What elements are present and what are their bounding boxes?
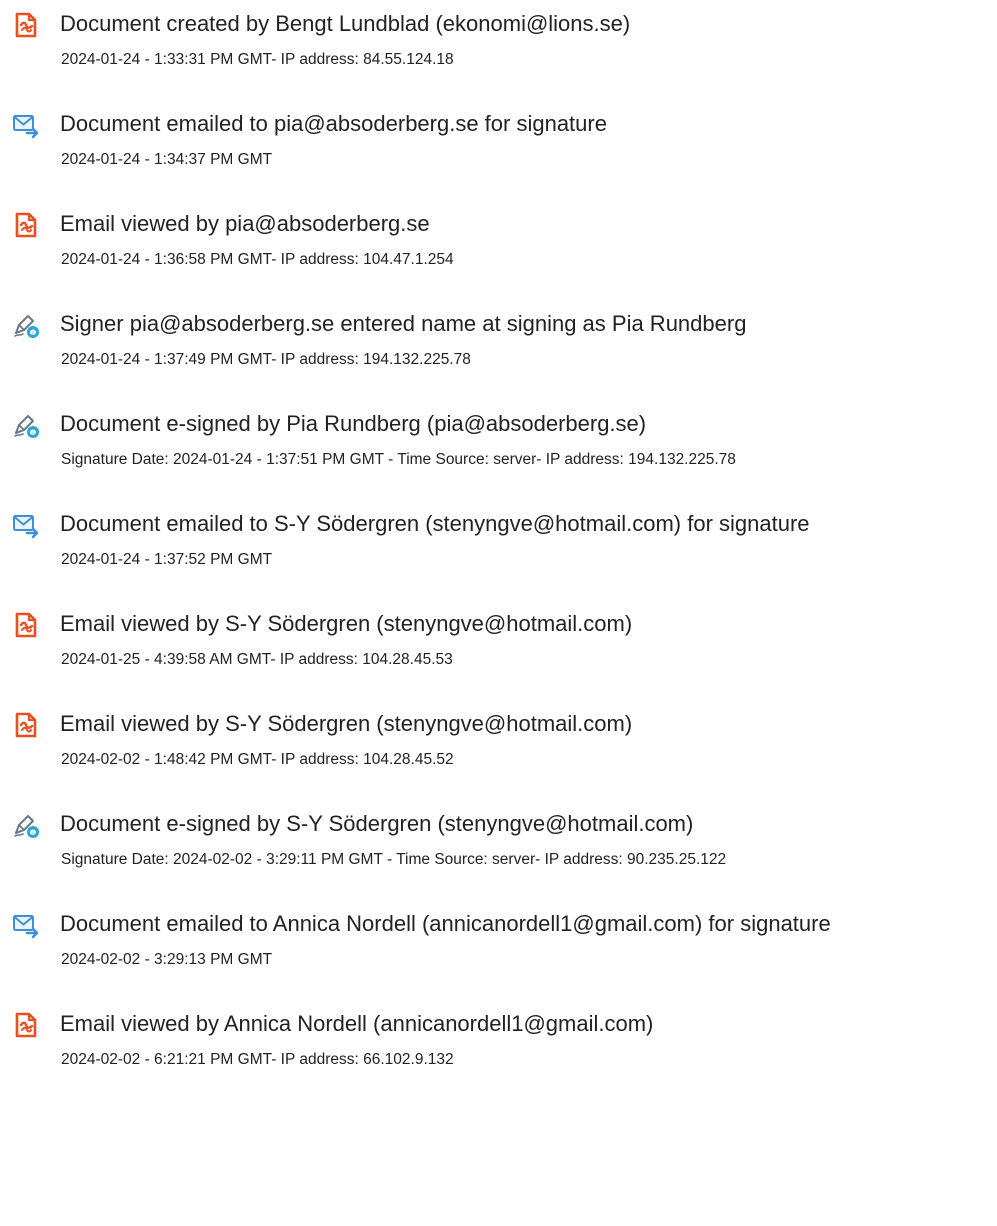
audit-event: Document e-signed by Pia Rundberg (pia@a… xyxy=(0,400,997,500)
document-icon xyxy=(12,711,40,739)
event-detail: 2024-01-24 - 1:37:52 PM GMT xyxy=(61,551,273,568)
event-detail: 2024-01-24 - 1:36:58 PM GMT- IP address:… xyxy=(61,251,454,268)
event-title: Email viewed by S-Y Södergren (stenyngve… xyxy=(60,711,633,736)
event-title: Document e-signed by Pia Rundberg (pia@a… xyxy=(60,411,647,436)
audit-event: Document emailed to Annica Nordell (anni… xyxy=(0,900,997,1000)
sign-icon xyxy=(12,811,40,839)
event-detail: 2024-01-24 - 1:34:37 PM GMT xyxy=(61,151,273,168)
audit-event: Email viewed by Annica Nordell (annicano… xyxy=(0,1000,997,1100)
event-detail: 2024-02-02 - 1:48:42 PM GMT- IP address:… xyxy=(61,751,454,768)
audit-event: Document emailed to pia@absoderberg.se f… xyxy=(0,100,997,200)
event-title: Document emailed to pia@absoderberg.se f… xyxy=(60,111,607,136)
event-detail: Signature Date: 2024-02-02 - 3:29:11 PM … xyxy=(61,851,727,868)
event-title: Document created by Bengt Lundblad (ekon… xyxy=(60,11,631,36)
event-detail: Signature Date: 2024-01-24 - 1:37:51 PM … xyxy=(61,451,736,468)
document-icon xyxy=(12,611,40,639)
audit-event: Document created by Bengt Lundblad (ekon… xyxy=(0,0,997,100)
document-icon xyxy=(12,1011,40,1039)
event-title: Email viewed by pia@absoderberg.se xyxy=(60,211,430,236)
event-detail: 2024-01-25 - 4:39:58 AM GMT- IP address:… xyxy=(61,651,453,668)
document-icon xyxy=(12,11,40,39)
sign-icon xyxy=(12,411,40,439)
email-icon xyxy=(12,511,40,539)
audit-event: Signer pia@absoderberg.se entered name a… xyxy=(0,300,997,400)
sign-icon xyxy=(12,311,40,339)
event-title: Document e-signed by S-Y Södergren (sten… xyxy=(60,811,694,836)
event-title: Email viewed by S-Y Södergren (stenyngve… xyxy=(60,611,633,636)
event-title: Email viewed by Annica Nordell (annicano… xyxy=(60,1011,654,1036)
audit-event: Document emailed to S-Y Södergren (steny… xyxy=(0,500,997,600)
event-title: Document emailed to S-Y Södergren (steny… xyxy=(60,511,810,536)
event-detail: 2024-02-02 - 6:21:21 PM GMT- IP address:… xyxy=(61,1051,454,1068)
document-icon xyxy=(12,211,40,239)
event-detail: 2024-01-24 - 1:37:49 PM GMT- IP address:… xyxy=(61,351,471,368)
audit-event: Email viewed by pia@absoderberg.se 2024-0… xyxy=(0,200,997,300)
event-detail: 2024-02-02 - 3:29:13 PM GMT xyxy=(61,951,273,968)
audit-event: Email viewed by S-Y Södergren (stenyngve… xyxy=(0,700,997,800)
event-title: Document emailed to Annica Nordell (anni… xyxy=(60,911,831,936)
email-icon xyxy=(12,111,40,139)
email-icon xyxy=(12,911,40,939)
audit-event: Email viewed by S-Y Södergren (stenyngve… xyxy=(0,600,997,700)
event-detail: 2024-01-24 - 1:33:31 PM GMT- IP address:… xyxy=(61,51,454,68)
audit-event: Document e-signed by S-Y Södergren (sten… xyxy=(0,800,997,900)
event-title: Signer pia@absoderberg.se entered name a… xyxy=(60,311,747,336)
